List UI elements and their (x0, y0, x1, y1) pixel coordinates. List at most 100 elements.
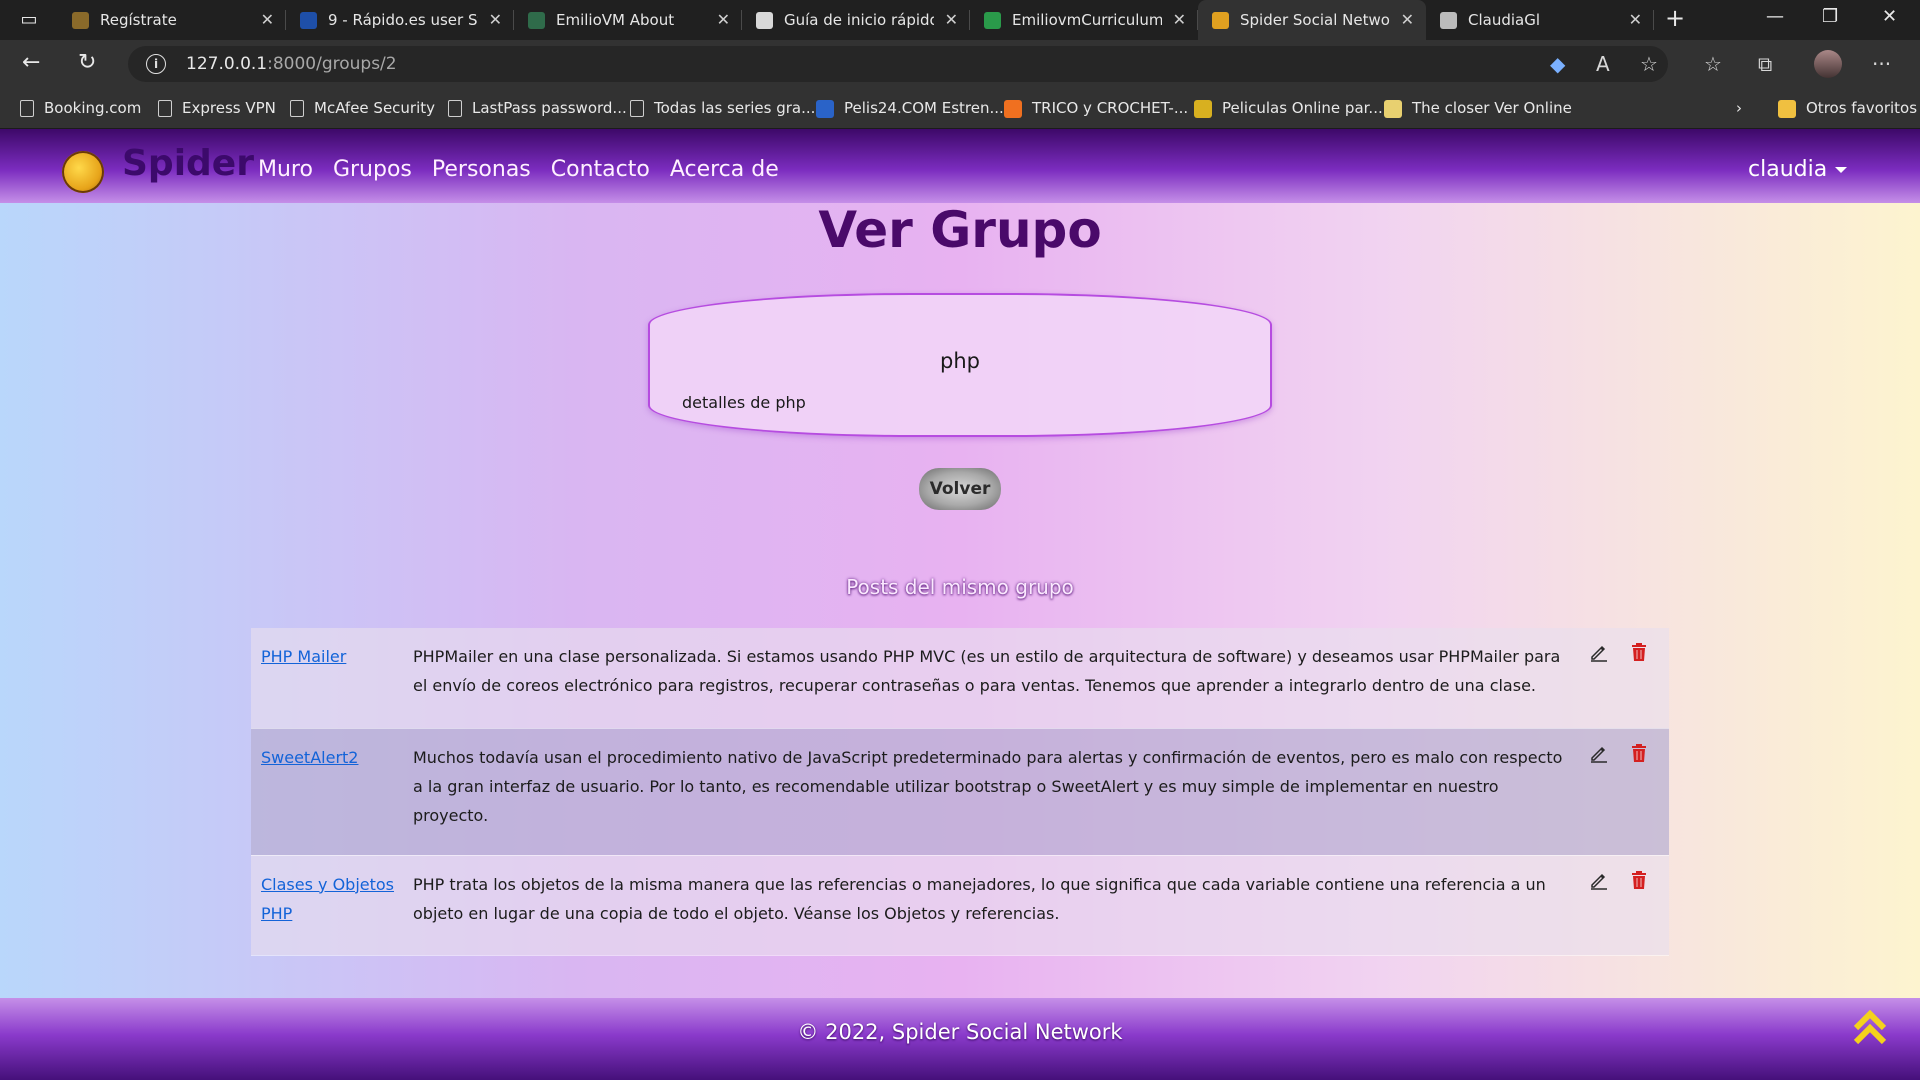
post-text: Muchos todavía usan el procedimiento nat… (413, 747, 1563, 825)
table-row: PHP Mailer PHPMailer en una clase person… (251, 628, 1669, 728)
tab-close-icon[interactable]: ✕ (1629, 0, 1642, 40)
group-details: detalles de php (682, 393, 806, 412)
site-navbar: Spider Muro Grupos Personas Contacto Ace… (0, 129, 1920, 203)
site-brand[interactable]: Spider (122, 143, 254, 184)
address-bar[interactable]: i 127.0.0.1:8000/groups/2 (128, 46, 1668, 82)
posts-table: PHP Mailer PHPMailer en una clase person… (251, 628, 1669, 956)
post-actions (1573, 628, 1669, 728)
bookmark-label: LastPass password... (472, 99, 627, 117)
tab-title: Regístrate (100, 11, 177, 29)
bookmark-label: Pelis24.COM Estren... (844, 99, 1004, 117)
url-text[interactable]: 127.0.0.1:8000/groups/2 (186, 54, 397, 74)
pelis-icon (816, 99, 834, 118)
nav-grupos[interactable]: Grupos (333, 157, 412, 182)
post-title-link[interactable]: Clases y Objetos PHP (261, 875, 394, 923)
other-favorites[interactable]: Otros favoritos (1778, 88, 1917, 128)
new-tab-icon[interactable]: + (1665, 4, 1685, 32)
bookmark-item[interactable]: Express VPN (158, 88, 276, 128)
page-icon (630, 100, 644, 117)
scroll-to-top-icon[interactable] (1852, 1008, 1888, 1048)
table-row: SweetAlert2 Muchos todavía usan el proce… (251, 728, 1669, 855)
tab-actions-icon[interactable]: ▭ (14, 8, 44, 32)
spider-logo-icon[interactable] (62, 151, 104, 193)
bookmark-item[interactable]: McAfee Security (290, 88, 435, 128)
browser-tab[interactable]: Guía de inicio rápido ✕ (742, 0, 970, 40)
browser-tab[interactable]: 9 - Rápido.es user Sto ✕ (286, 0, 514, 40)
nav-muro[interactable]: Muro (258, 157, 313, 182)
browser-tab[interactable]: ClaudiaGl ✕ (1426, 0, 1654, 40)
more-menu-icon[interactable]: ··· (1872, 52, 1891, 76)
bookmark-item[interactable]: Todas las series gra... (630, 88, 815, 128)
bookmark-item[interactable]: TRICO y CROCHET-... (1004, 88, 1188, 128)
tab-close-icon[interactable]: ✕ (1173, 0, 1186, 40)
bookmark-label: Todas las series gra... (654, 99, 816, 117)
post-title-cell: SweetAlert2 (251, 728, 413, 855)
tab-favicon-icon (1440, 12, 1457, 29)
tab-title: Spider Social Network (1240, 11, 1390, 29)
browser-tab[interactable]: Regístrate ✕ (58, 0, 286, 40)
nav-contacto[interactable]: Contacto (551, 157, 650, 182)
table-row: Clases y Objetos PHP PHP trata los objet… (251, 855, 1669, 955)
post-text: PHPMailer en una clase personalizada. Si… (413, 647, 1561, 695)
page-icon (290, 100, 304, 117)
post-title-cell: PHP Mailer (251, 628, 413, 728)
tab-close-icon[interactable]: ✕ (945, 0, 958, 40)
close-window-icon[interactable]: ✕ (1882, 6, 1897, 27)
profile-avatar[interactable] (1814, 50, 1842, 78)
page-icon (448, 100, 462, 117)
bookmark-item[interactable]: Peliculas Online par... (1194, 88, 1383, 128)
trash-icon[interactable] (1630, 870, 1648, 890)
tab-favicon-icon (1212, 12, 1229, 29)
back-button[interactable]: Volver (919, 468, 1001, 510)
back-icon[interactable]: ← (22, 50, 40, 75)
trash-icon[interactable] (1630, 642, 1648, 662)
price-tag-icon[interactable]: ◆ (1550, 52, 1565, 76)
nav-acerca-de[interactable]: Acerca de (670, 157, 779, 182)
tab-favicon-icon (300, 12, 317, 29)
tab-title: Guía de inicio rápido (784, 11, 934, 29)
reload-icon[interactable]: ↻ (78, 50, 96, 75)
bookmark-item[interactable]: LastPass password... (448, 88, 627, 128)
edit-icon[interactable] (1589, 642, 1609, 662)
post-title-link[interactable]: PHP Mailer (261, 647, 346, 666)
user-name: claudia (1748, 157, 1828, 182)
bookmark-label: Booking.com (44, 99, 142, 117)
bookmark-item[interactable]: Booking.com (20, 88, 141, 128)
browser-tab[interactable]: EmilioVM About ✕ (514, 0, 742, 40)
bookmark-item[interactable]: Pelis24.COM Estren... (816, 88, 1004, 128)
restore-icon[interactable]: ❐ (1822, 6, 1838, 27)
tab-close-icon[interactable]: ✕ (489, 0, 502, 40)
trash-icon[interactable] (1630, 743, 1648, 763)
bookmarks-overflow-icon[interactable]: › (1736, 88, 1742, 128)
browser-tab[interactable]: EmiliovmCurriculum.p ✕ (970, 0, 1198, 40)
tab-list: Regístrate ✕ 9 - Rápido.es user Sto ✕ Emilio… (58, 0, 1654, 40)
posts-heading: Posts del mismo grupo (846, 575, 1074, 599)
bookmarks-bar: Booking.com Express VPN McAfee Security … (0, 88, 1920, 129)
nav-personas[interactable]: Personas (432, 157, 531, 182)
site-footer: © 2022, Spider Social Network (0, 998, 1920, 1080)
user-menu[interactable]: claudia (1748, 157, 1848, 182)
bookmark-item[interactable]: The closer Ver Online (1384, 88, 1572, 128)
tab-close-icon[interactable]: ✕ (1401, 0, 1414, 40)
favorites-icon[interactable]: ☆ (1704, 52, 1722, 76)
edit-icon[interactable] (1589, 870, 1609, 890)
post-title-link[interactable]: SweetAlert2 (261, 748, 358, 767)
browser-tab[interactable]: Spider Social Network ✕ (1198, 0, 1426, 40)
add-favorite-icon[interactable]: ☆ (1640, 52, 1658, 76)
page-icon (20, 100, 34, 117)
site-info-icon[interactable]: i (146, 54, 166, 74)
bookmark-label: Express VPN (182, 99, 276, 117)
4k-icon (1194, 99, 1212, 118)
footer-copyright: © 2022, Spider Social Network (797, 1020, 1123, 1044)
bookmark-label: Otros favoritos (1806, 99, 1918, 117)
edit-icon[interactable] (1589, 743, 1609, 763)
bookmark-label: Peliculas Online par... (1222, 99, 1383, 117)
read-aloud-icon[interactable]: A (1596, 52, 1610, 76)
tab-title: ClaudiaGl (1468, 11, 1541, 29)
page-title: Ver Grupo (818, 201, 1102, 259)
collections-icon[interactable]: ⧉ (1758, 52, 1772, 76)
tab-close-icon[interactable]: ✕ (717, 0, 730, 40)
group-card: php detalles de php (648, 293, 1272, 437)
tab-close-icon[interactable]: ✕ (261, 0, 274, 40)
minimize-icon[interactable]: — (1766, 6, 1784, 27)
